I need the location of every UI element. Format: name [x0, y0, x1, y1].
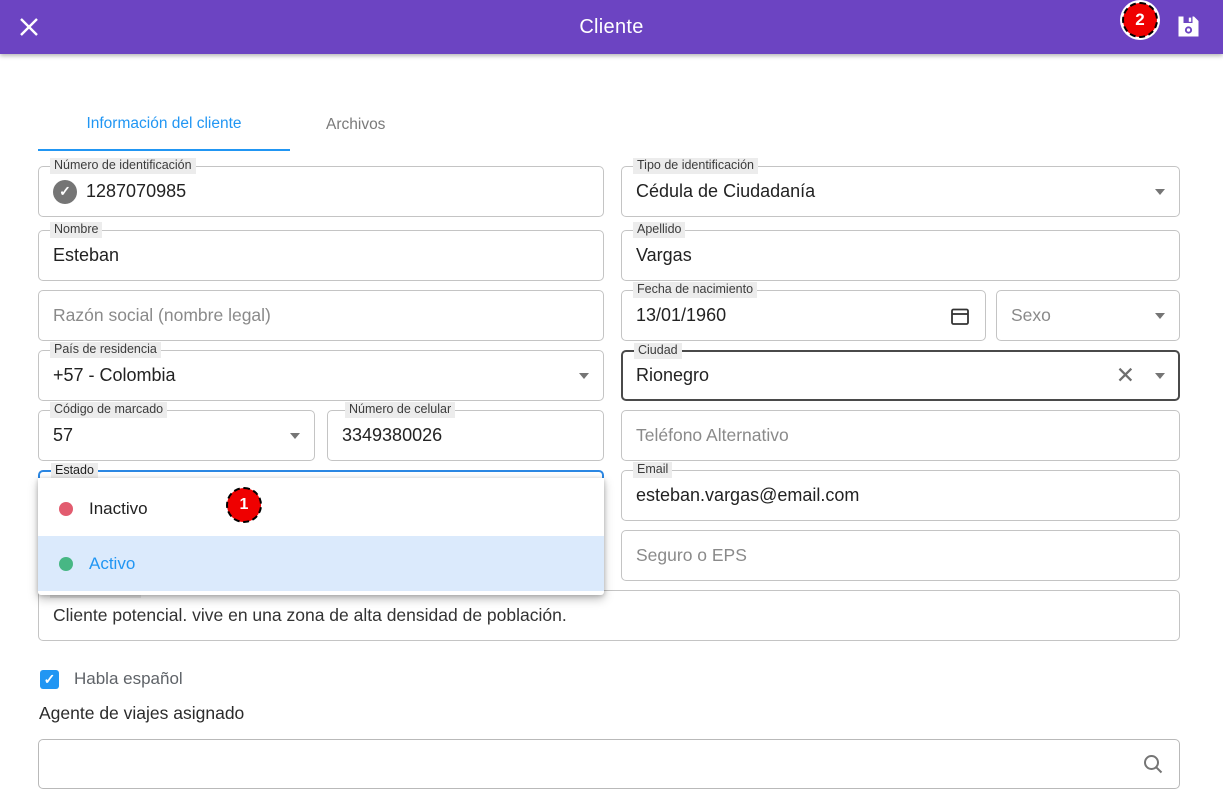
active-status-dot-icon	[59, 557, 73, 571]
tab-files[interactable]: Archivos	[308, 99, 403, 151]
identification-number-value: 1287070985	[86, 181, 186, 202]
verified-check-icon: ✓	[53, 180, 77, 204]
inactive-status-dot-icon	[59, 502, 73, 516]
cell-number-label: Número de celular	[345, 402, 455, 418]
chevron-down-icon[interactable]	[579, 373, 589, 379]
residence-country-label: País de residencia	[50, 342, 161, 358]
first-name-field[interactable]: Nombre Esteban	[38, 230, 604, 281]
last-name-field[interactable]: Apellido Vargas	[621, 230, 1180, 281]
dialog-title: Cliente	[0, 16, 1223, 39]
last-name-label: Apellido	[633, 222, 685, 238]
city-select[interactable]: Ciudad Rionegro ✕	[621, 350, 1180, 401]
identification-number-field[interactable]: Número de identificación ✓ 1287070985	[38, 166, 604, 217]
residence-country-value: +57 - Colombia	[53, 365, 176, 386]
birth-date-field[interactable]: Fecha de nacimiento 13/01/1960	[621, 290, 986, 341]
city-label: Ciudad	[634, 343, 682, 359]
identification-type-label: Tipo de identificación	[633, 158, 758, 174]
cell-number-value: 3349380026	[342, 425, 442, 446]
birth-date-value: 13/01/1960	[636, 305, 726, 326]
status-label: Estado	[51, 463, 98, 479]
dial-code-value: 57	[53, 425, 73, 446]
speaks-spanish-label: Habla español	[74, 669, 183, 689]
dial-code-select[interactable]: Código de marcado 57	[38, 410, 315, 461]
annotation-marker-2: 2	[1123, 3, 1157, 37]
sex-select[interactable]: Sexo	[996, 290, 1180, 341]
alt-phone-field[interactable]: Teléfono Alternativo	[621, 410, 1180, 461]
search-icon[interactable]	[1141, 752, 1165, 776]
dialog-header: Cliente 2	[0, 0, 1223, 54]
clear-icon[interactable]: ✕	[1116, 364, 1135, 387]
client-form: Número de identificación ✓ 1287070985 Ti…	[0, 151, 1223, 789]
insurance-placeholder: Seguro o EPS	[636, 545, 747, 566]
email-label: Email	[633, 462, 672, 478]
cell-number-field[interactable]: Número de celular 3349380026	[327, 410, 604, 461]
email-field[interactable]: Email esteban.vargas@email.com	[621, 470, 1180, 521]
assigned-agent-label: Agente de viajes asignado	[39, 703, 1180, 724]
chevron-down-icon[interactable]	[1155, 189, 1165, 195]
identification-number-label: Número de identificación	[50, 158, 196, 174]
last-name-value: Vargas	[636, 245, 692, 266]
alt-phone-placeholder: Teléfono Alternativo	[636, 425, 789, 446]
email-value: esteban.vargas@email.com	[636, 485, 859, 506]
observations-field[interactable]: Observaciones Cliente potencial. vive en…	[38, 590, 1180, 641]
tab-bar: Información del cliente Archivos	[38, 99, 1223, 151]
status-select-wrap: Estado Inactivo Activo 1	[38, 470, 604, 521]
sex-placeholder: Sexo	[1011, 305, 1051, 326]
status-option-activo[interactable]: Activo	[38, 536, 604, 591]
legal-name-placeholder: Razón social (nombre legal)	[53, 305, 271, 326]
status-option-label: Inactivo	[89, 499, 148, 519]
status-option-inactivo[interactable]: Inactivo	[38, 481, 604, 536]
residence-country-select[interactable]: País de residencia +57 - Colombia	[38, 350, 604, 401]
chevron-down-icon[interactable]	[290, 433, 300, 439]
insurance-field[interactable]: Seguro o EPS	[621, 530, 1180, 581]
speaks-spanish-row: ✓ Habla español	[40, 668, 1180, 690]
identification-type-value: Cédula de Ciudadanía	[636, 181, 815, 202]
calendar-icon[interactable]	[949, 305, 971, 327]
speaks-spanish-checkbox[interactable]: ✓	[40, 670, 59, 689]
dial-code-label: Código de marcado	[50, 402, 167, 418]
assigned-agent-search-input[interactable]	[38, 739, 1180, 789]
identification-type-select[interactable]: Tipo de identificación Cédula de Ciudada…	[621, 166, 1180, 217]
status-option-label: Activo	[89, 554, 135, 574]
chevron-down-icon[interactable]	[1155, 313, 1165, 319]
first-name-label: Nombre	[50, 222, 102, 238]
observations-value: Cliente potencial. vive en una zona de a…	[53, 605, 567, 626]
city-value: Rionegro	[636, 365, 709, 386]
tab-client-info[interactable]: Información del cliente	[38, 99, 290, 151]
annotation-marker-1: 1	[227, 488, 261, 522]
birth-date-label: Fecha de nacimiento	[633, 282, 757, 298]
legal-name-field[interactable]: Razón social (nombre legal)	[38, 290, 604, 341]
first-name-value: Esteban	[53, 245, 119, 266]
chevron-down-icon[interactable]	[1155, 373, 1165, 379]
save-icon[interactable]	[1175, 13, 1202, 40]
status-dropdown-panel: Inactivo Activo 1	[38, 478, 604, 595]
